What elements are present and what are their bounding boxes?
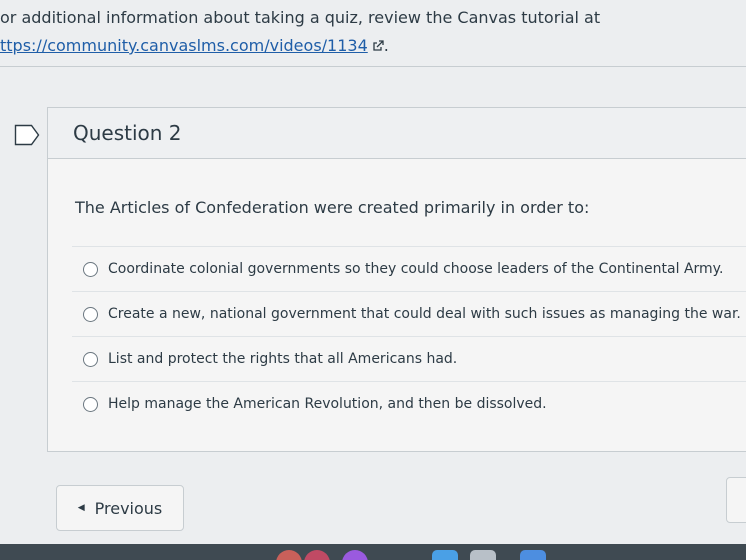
caret-left-icon: ◀ — [77, 503, 85, 513]
previous-button[interactable]: ◀ Previous — [56, 485, 184, 531]
answer-label: Help manage the American Revolution, and… — [108, 396, 547, 412]
question-card: Question 2 The Articles of Confederation… — [47, 107, 746, 452]
answer-list: Coordinate colonial governments so they … — [72, 246, 746, 426]
answer-option-2[interactable]: Create a new, national government that c… — [72, 291, 746, 336]
question-text: The Articles of Confederation were creat… — [75, 198, 590, 217]
question-title: Question 2 — [73, 121, 182, 145]
answer-option-1[interactable]: Coordinate colonial governments so they … — [72, 246, 746, 291]
info-link-line: ttps://community.canvaslms.com/videos/11… — [0, 32, 600, 61]
radio-icon[interactable] — [83, 396, 98, 412]
taskbar-app-icon[interactable] — [304, 550, 330, 560]
answer-option-4[interactable]: Help manage the American Revolution, and… — [72, 381, 746, 426]
taskbar-app-icon[interactable] — [342, 550, 368, 560]
section-divider — [0, 66, 746, 67]
answer-label: Coordinate colonial governments so they … — [108, 261, 724, 277]
taskbar-app-icon[interactable] — [276, 550, 302, 560]
taskbar-app-icon[interactable] — [432, 550, 458, 560]
answer-label: List and protect the rights that all Ame… — [108, 351, 458, 367]
external-link-icon[interactable] — [372, 33, 384, 61]
flag-icon[interactable] — [14, 124, 40, 150]
answer-label: Create a new, national government that c… — [108, 306, 741, 322]
taskbar-app-icon[interactable] — [470, 550, 496, 560]
tutorial-link[interactable]: ttps://community.canvaslms.com/videos/11… — [0, 36, 368, 55]
radio-icon[interactable] — [83, 351, 98, 367]
info-sentence: or additional information about taking a… — [0, 8, 601, 27]
quiz-info-text: or additional information about taking a… — [0, 4, 600, 61]
previous-label: Previous — [94, 498, 163, 518]
question-header: Question 2 — [48, 108, 746, 159]
radio-icon[interactable] — [83, 261, 98, 277]
link-period: . — [383, 36, 389, 55]
taskbar-app-icon[interactable] — [520, 550, 546, 560]
next-button[interactable] — [726, 477, 746, 523]
answer-option-3[interactable]: List and protect the rights that all Ame… — [72, 336, 746, 381]
radio-icon[interactable] — [83, 306, 98, 322]
taskbar — [0, 544, 746, 560]
